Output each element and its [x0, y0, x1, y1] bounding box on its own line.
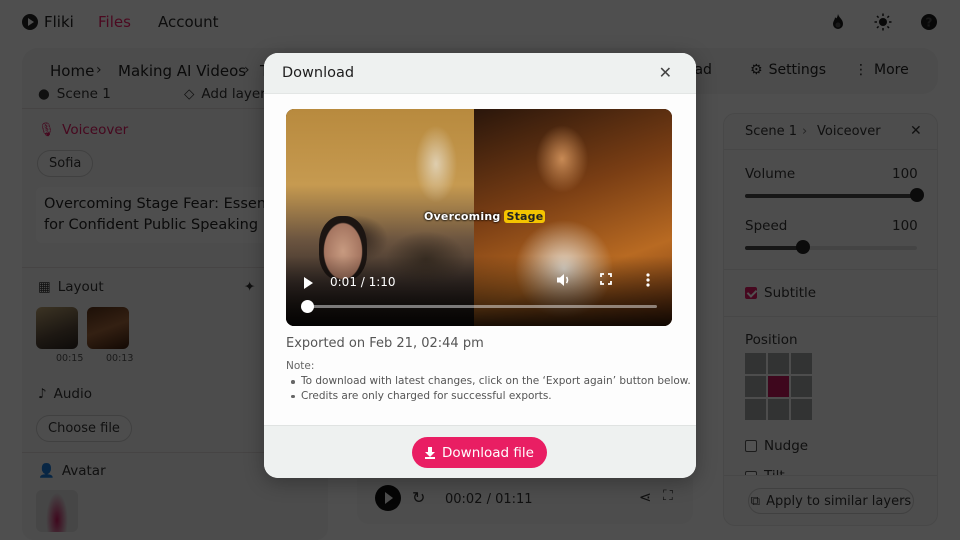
download-icon — [425, 446, 436, 459]
note-list: To download with latest changes, click o… — [290, 374, 691, 403]
video-subtitle: Overcoming Stage — [424, 210, 546, 223]
note-title: Note: — [286, 360, 315, 372]
subtitle-highlighted-word: Stage — [504, 210, 546, 223]
dialog-title: Download — [282, 65, 355, 81]
download-file-label: Download file — [442, 444, 534, 461]
download-dialog: Download ✕ Overcoming Stage 0:01 / 1:10 … — [264, 53, 696, 478]
video-preview[interactable]: Overcoming Stage 0:01 / 1:10 — [286, 109, 672, 326]
play-icon[interactable] — [304, 277, 313, 289]
exported-timestamp: Exported on Feb 21, 02:44 pm — [286, 336, 484, 351]
fullscreen-icon[interactable] — [600, 273, 612, 290]
more-vertical-icon[interactable] — [646, 273, 650, 292]
dialog-header: Download ✕ — [264, 53, 696, 94]
video-progress-bar[interactable] — [301, 300, 657, 313]
video-time: 0:01 / 1:10 — [330, 275, 396, 289]
video-controls-gradient — [286, 256, 672, 326]
subtitle-word: Overcoming — [424, 210, 501, 223]
dialog-footer: Download file — [264, 425, 696, 478]
close-icon[interactable]: ✕ — [659, 63, 672, 82]
note-item: Credits are only charged for successful … — [290, 389, 691, 404]
volume-icon[interactable] — [556, 273, 572, 292]
download-file-button[interactable]: Download file — [412, 437, 547, 468]
note-item: To download with latest changes, click o… — [290, 374, 691, 389]
